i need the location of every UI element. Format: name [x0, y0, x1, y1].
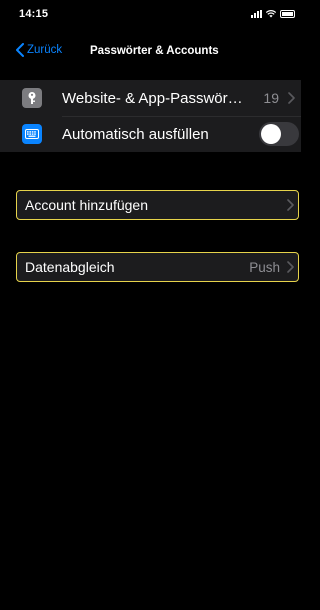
row-website-passwords[interactable]: Website- & App-Passwör… 19 — [0, 80, 301, 117]
row-autofill: Automatisch ausfüllen — [0, 116, 301, 152]
chevron-right-icon — [287, 199, 294, 211]
status-bar: 14:15 — [0, 0, 301, 30]
row-label: Datenabgleich — [25, 259, 115, 275]
key-icon — [22, 88, 42, 108]
wifi-icon — [266, 10, 276, 18]
back-label: Zurück — [27, 44, 63, 56]
chevron-left-icon — [16, 43, 24, 57]
sync-value: Push — [249, 260, 280, 275]
battery-icon — [280, 10, 295, 18]
add-account-row[interactable]: Account hinzufügen — [16, 190, 299, 220]
keyboard-icon — [22, 124, 42, 144]
settings-group-passwords: Website- & App-Passwör… 19 Automatisch a… — [0, 80, 301, 152]
row-label: Automatisch ausfüllen — [62, 125, 209, 143]
autofill-toggle[interactable] — [259, 122, 299, 146]
row-label: Account hinzufügen — [25, 197, 148, 213]
chevron-right-icon — [287, 261, 294, 273]
page-title: Passwörter & Accounts — [90, 45, 219, 57]
status-icons — [251, 10, 295, 18]
toggle-knob — [261, 124, 281, 144]
back-button[interactable]: Zurück — [16, 43, 62, 57]
row-label: Website- & App-Passwör… — [62, 89, 243, 107]
signal-icon — [251, 10, 262, 18]
password-count: 19 — [263, 90, 279, 106]
nav-bar: Zurück Passwörter & Accounts — [0, 40, 301, 66]
chevron-right-icon — [288, 92, 295, 104]
data-sync-row[interactable]: Datenabgleich Push — [16, 252, 299, 282]
status-time: 14:15 — [19, 8, 49, 20]
